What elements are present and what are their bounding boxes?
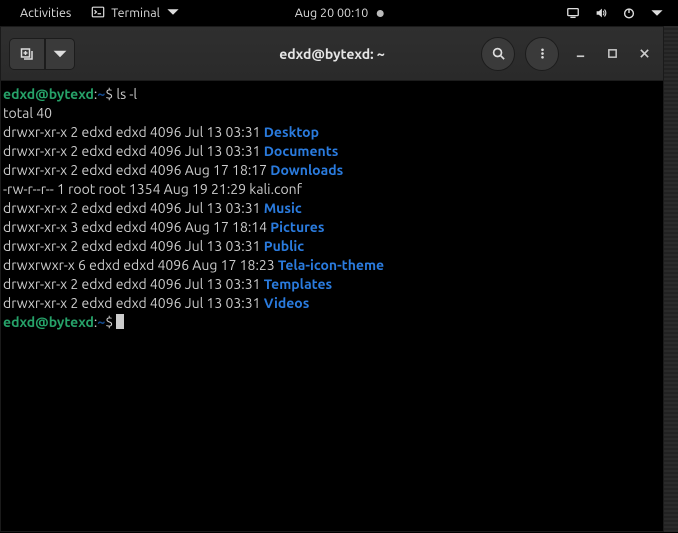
directory-name: Templates xyxy=(264,276,332,292)
listing-row: drwxr-xr-x 3 edxd edxd 4096 Aug 17 18:14… xyxy=(3,219,324,235)
listing-row: drwxr-xr-x 2 edxd edxd 4096 Jul 13 03:31… xyxy=(3,143,338,159)
new-tab-button[interactable] xyxy=(9,38,45,70)
directory-name: Tela-icon-theme xyxy=(278,257,384,273)
activities-button[interactable]: Activities xyxy=(10,2,81,24)
directory-name: Music xyxy=(264,200,302,216)
minimize-button[interactable] xyxy=(569,43,591,65)
prompt-line-2: edxd@bytexd:~$ xyxy=(3,314,124,330)
listing-row: drwxr-xr-x 2 edxd edxd 4096 Aug 17 18:17… xyxy=(3,162,343,178)
right-edge-strip xyxy=(664,26,678,532)
file-name: kali.conf xyxy=(249,181,302,197)
window-titlebar: edxd@bytexd: ~ xyxy=(1,27,663,81)
hamburger-menu-button[interactable] xyxy=(525,37,559,71)
tab-button-group xyxy=(9,38,75,70)
listing-row: drwxr-xr-x 2 edxd edxd 4096 Jul 13 03:31… xyxy=(3,295,309,311)
app-menu-button[interactable]: Terminal xyxy=(81,1,190,26)
terminal-viewport[interactable]: edxd@bytexd:~$ ls -l total 40 drwxr-xr-x… xyxy=(1,81,663,531)
chevron-down-icon xyxy=(166,5,180,22)
power-icon[interactable] xyxy=(616,2,642,24)
search-button[interactable] xyxy=(481,37,515,71)
prompt-line-1: edxd@bytexd:~$ ls -l xyxy=(3,86,137,102)
file-listing: drwxr-xr-x 2 edxd edxd 4096 Jul 13 03:31… xyxy=(3,124,384,311)
total-line: total 40 xyxy=(3,105,52,121)
volume-icon[interactable] xyxy=(588,2,614,24)
directory-name: Downloads xyxy=(270,162,343,178)
screen-icon[interactable] xyxy=(560,2,586,24)
clock-text: Aug 20 00:10 xyxy=(295,6,369,20)
directory-name: Desktop xyxy=(264,124,319,140)
close-button[interactable] xyxy=(633,43,655,65)
directory-name: Documents xyxy=(264,143,339,159)
listing-row: -rw-r--r-- 1 root root 1354 Aug 19 21:29… xyxy=(3,181,302,197)
notification-dot-icon xyxy=(376,10,383,17)
maximize-button[interactable] xyxy=(601,43,623,65)
terminal-cursor xyxy=(116,314,124,329)
clock-area[interactable]: Aug 20 00:10 xyxy=(295,6,384,20)
typed-command: ls -l xyxy=(116,86,137,102)
listing-row: drwxr-xr-x 2 edxd edxd 4096 Jul 13 03:31… xyxy=(3,276,332,292)
listing-row: drwxr-xr-x 2 edxd edxd 4096 Jul 13 03:31… xyxy=(3,238,304,254)
directory-name: Public xyxy=(264,238,304,254)
listing-row: drwxr-xr-x 2 edxd edxd 4096 Jul 13 03:31… xyxy=(3,200,302,216)
directory-name: Videos xyxy=(264,295,310,311)
terminal-icon xyxy=(91,5,105,22)
listing-row: drwxrwxr-x 6 edxd edxd 4096 Aug 17 18:23… xyxy=(3,257,384,273)
gnome-top-panel: Activities Terminal Aug 20 00:10 xyxy=(0,0,678,26)
directory-name: Pictures xyxy=(270,219,324,235)
tab-menu-button[interactable] xyxy=(45,38,75,70)
prompt-user: edxd xyxy=(3,86,35,102)
prompt-host: bytexd xyxy=(49,86,94,102)
terminal-window: edxd@bytexd: ~ edxd@bytexd:~$ ls -l tota… xyxy=(0,26,664,532)
window-title: edxd@bytexd: ~ xyxy=(279,46,385,62)
app-menu-label: Terminal xyxy=(111,6,160,20)
listing-row: drwxr-xr-x 2 edxd edxd 4096 Jul 13 03:31… xyxy=(3,124,319,140)
chevron-down-icon[interactable] xyxy=(644,2,670,24)
